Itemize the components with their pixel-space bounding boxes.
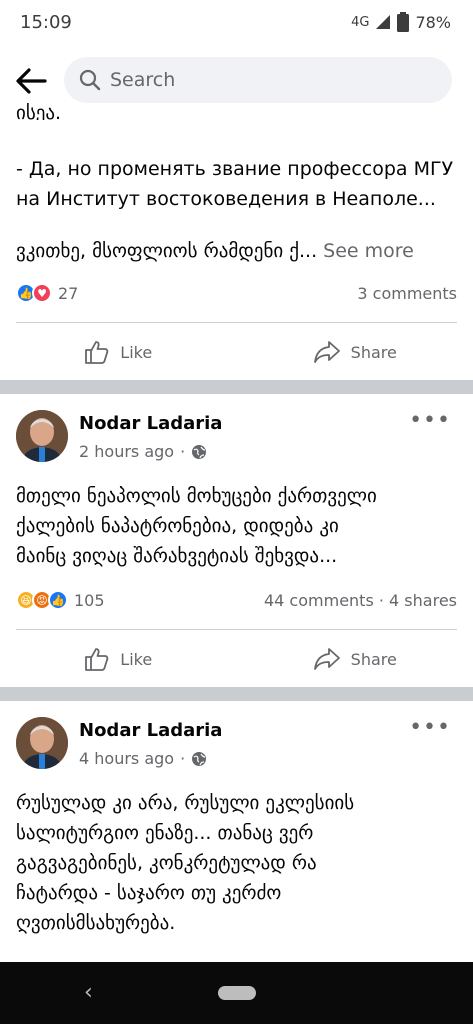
share-label: Share <box>350 342 397 362</box>
reactions[interactable]: 👍 ♥ <box>16 283 52 303</box>
profile-photo <box>16 410 68 462</box>
globe-icon <box>192 444 207 459</box>
like-label: Like <box>120 342 153 362</box>
post-text-line: ღვთისმსახურება. <box>16 912 176 934</box>
share-arrow-icon <box>313 648 340 670</box>
system-nav-bar: ‹ <box>0 962 473 1024</box>
author-name[interactable]: Nodar Ladaria <box>79 413 222 434</box>
more-horizontal-icon: ••• <box>409 408 451 433</box>
like-reaction-icon: 👍 <box>48 590 68 610</box>
post-body: მთელი ნეაპოლის მოხუცები ქართველი ქალების… <box>16 481 461 571</box>
post-stats: 😆 😡 👍 105 44 comments · 4 shares <box>16 587 457 613</box>
post-stats: 👍 ♥ 27 3 comments <box>16 280 457 306</box>
post-meta: 4 hours ago · <box>79 749 207 768</box>
status-time: 15:09 <box>20 12 72 33</box>
share-arrow-icon <box>313 341 340 363</box>
meta-dot: · <box>180 749 186 768</box>
reaction-count[interactable]: 105 <box>74 591 105 610</box>
like-button[interactable]: Like <box>0 324 237 380</box>
system-back-icon[interactable]: ‹ <box>84 980 93 1005</box>
arrow-left-icon <box>16 68 47 94</box>
thumbs-up-icon <box>85 648 109 671</box>
post-actions: Like Share <box>0 324 473 380</box>
author-name[interactable]: Nodar Ladaria <box>79 720 222 741</box>
search-header <box>0 48 473 112</box>
post-text-line: ქალების ნაპატრონებია, დიდება კი <box>16 515 339 537</box>
feed-separator <box>0 687 473 701</box>
reactions[interactable]: 😆 😡 👍 <box>16 590 68 610</box>
post-text-cut: ისეა. <box>16 102 62 120</box>
comments-count[interactable]: 3 comments <box>357 284 457 303</box>
like-button[interactable]: Like <box>0 631 237 687</box>
post-meta: 2 hours ago · <box>79 442 207 461</box>
feed-separator <box>0 380 473 394</box>
love-reaction-icon: ♥ <box>32 283 52 303</box>
post-text-line: რუსულად კი არა, რუსული ეკლესიის <box>16 792 355 814</box>
post-text-line: მაინც ვიღაც შარახვეტიას შეხვდა... <box>16 545 338 567</box>
status-bar: 15:09 4G 78% <box>0 0 473 48</box>
like-label: Like <box>120 649 153 669</box>
post-text-line: на Институт востоковедения в Неаполе... <box>16 188 436 210</box>
post-body: რუსულად კი არა, რუსული ეკლესიის სალიტურგ… <box>16 788 461 938</box>
share-label: Share <box>350 649 397 669</box>
post-text-line: მთელი ნეაპოლის მოხუცები ქართველი <box>16 485 377 507</box>
avatar[interactable] <box>16 410 68 462</box>
more-horizontal-icon: ••• <box>409 715 451 740</box>
divider <box>16 322 457 323</box>
thumbs-up-icon <box>85 341 109 364</box>
divider <box>16 629 457 630</box>
post-text-line: სალიტურგიო ენაზე... თანაც ვერ <box>16 822 314 844</box>
avatar[interactable] <box>16 717 68 769</box>
post-actions: Like Share <box>0 631 473 687</box>
battery-percent: 78% <box>415 12 451 32</box>
post-text-line: - Да, но променять звание профессора МГУ <box>16 158 454 180</box>
back-button[interactable] <box>14 64 48 98</box>
post-text-line: ვკითხე, მსოფლიოს რამდენი ქ... <box>16 240 318 262</box>
post-time[interactable]: 4 hours ago <box>79 749 174 768</box>
search-box[interactable] <box>64 57 452 103</box>
post-text-line: გაგვაგებინეს, კონკრეტულად რა <box>16 852 317 874</box>
comments-shares-count[interactable]: 44 comments · 4 shares <box>264 591 457 610</box>
search-input[interactable] <box>110 57 430 103</box>
more-options-button[interactable]: ••• <box>409 408 451 433</box>
post-time[interactable]: 2 hours ago <box>79 442 174 461</box>
battery-icon <box>397 12 410 32</box>
globe-icon <box>192 751 207 766</box>
post-text-line: ჩატარდა - საჯარო თუ კერძო <box>16 882 282 904</box>
home-pill[interactable] <box>218 986 256 1000</box>
network-label: 4G <box>351 14 370 30</box>
share-button[interactable]: Share <box>237 324 473 380</box>
post-body: - Да, но променять звание профессора МГУ… <box>0 154 473 214</box>
search-icon <box>79 69 101 91</box>
meta-dot: · <box>180 442 186 461</box>
more-options-button[interactable]: ••• <box>409 715 451 740</box>
status-icons: 4G 78% <box>351 12 451 32</box>
share-button[interactable]: Share <box>237 631 473 687</box>
post-text-georgian: ვკითხე, მსოფლიოს რამდენი ქ... See more <box>16 236 461 266</box>
reaction-count[interactable]: 27 <box>58 284 78 303</box>
profile-photo <box>16 717 68 769</box>
see-more-link[interactable]: See more <box>323 240 414 262</box>
signal-icon <box>376 15 391 29</box>
